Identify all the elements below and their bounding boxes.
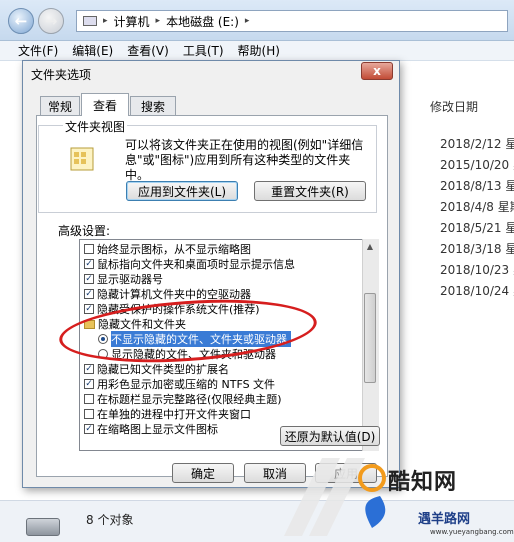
list-item[interactable]: 在标题栏显示完整路径(仅限经典主题)	[84, 392, 282, 406]
apply-to-folders-button[interactable]: 应用到文件夹(L)	[126, 181, 238, 201]
computer-icon	[83, 16, 97, 26]
list-item-date: 2015/10/20 星	[440, 158, 514, 172]
list-item-label: 隐藏文件和文件夹	[98, 318, 186, 331]
status-object-count: 8 个对象	[86, 513, 134, 527]
folder-icon	[84, 319, 95, 329]
tab-general[interactable]: 常规	[40, 96, 80, 115]
list-item-label: 隐藏计算机文件夹中的空驱动器	[97, 288, 251, 301]
chevron-right-icon: ▸	[244, 16, 250, 26]
breadcrumb-drive[interactable]: 本地磁盘 (E:)	[166, 13, 239, 30]
list-item-group: 隐藏文件和文件夹	[84, 317, 186, 331]
list-item-label: 显示隐藏的文件、文件夹和驱动器	[111, 348, 276, 361]
checkbox[interactable]: ✓	[84, 274, 94, 284]
advanced-settings-list[interactable]: 始终显示图标，从不显示缩略图 ✓ 鼠标指向文件夹和桌面项时显示提示信息 ✓ 显示驱动…	[79, 239, 379, 451]
menu-tools[interactable]: 工具(T)	[183, 42, 224, 59]
list-item[interactable]: 显示隐藏的文件、文件夹和驱动器	[98, 347, 276, 361]
list-item-date: 2018/3/18 星期	[440, 242, 514, 256]
watermark-brand-secondary: 遇羊路网	[418, 512, 471, 527]
advanced-settings-label: 高级设置:	[58, 224, 111, 238]
arrow-left-icon: ←	[14, 12, 28, 30]
checkbox[interactable]	[84, 394, 94, 404]
list-item[interactable]: 在单独的进程中打开文件夹窗口	[84, 407, 251, 421]
list-item-date: 2018/5/21 星期	[440, 221, 514, 235]
list-item-date: 2018/8/13 星期	[440, 179, 514, 193]
arrow-right-icon: →	[44, 12, 58, 30]
list-item-date: 2018/10/23 星	[440, 263, 514, 277]
checkbox[interactable]	[84, 409, 94, 419]
checkbox[interactable]: ✓	[84, 259, 94, 269]
menu-file[interactable]: 文件(F)	[18, 42, 58, 59]
list-item-label: 在缩略图上显示文件图标	[97, 423, 218, 436]
list-item[interactable]: ✓ 隐藏受保护的操作系统文件(推荐)	[84, 302, 260, 316]
list-item[interactable]: ✓ 显示驱动器号	[84, 272, 163, 286]
restore-defaults-button[interactable]: 还原为默认值(D)	[280, 426, 380, 446]
list-item-label: 鼠标指向文件夹和桌面项时显示提示信息	[97, 258, 295, 271]
forward-button[interactable]: →	[38, 8, 64, 34]
watermark-url: www.yueyangbang.com	[430, 528, 514, 536]
checkbox[interactable]	[84, 244, 94, 254]
watermark-brand: 酷知网	[388, 470, 458, 495]
list-item-label: 在单独的进程中打开文件夹窗口	[97, 408, 251, 421]
menu-help[interactable]: 帮助(H)	[238, 42, 280, 59]
radio-button[interactable]	[98, 349, 108, 359]
close-icon: x	[373, 64, 381, 78]
checkbox[interactable]: ✓	[84, 364, 94, 374]
list-item-label: 隐藏受保护的操作系统文件(推荐)	[97, 303, 260, 316]
list-item[interactable]: 不显示隐藏的文件、文件夹或驱动器	[98, 331, 291, 347]
apply-button[interactable]: 应用	[315, 463, 377, 483]
checkbox[interactable]: ✓	[84, 424, 94, 434]
list-item-label: 不显示隐藏的文件、文件夹或驱动器	[111, 331, 291, 347]
list-item[interactable]: 始终显示图标，从不显示缩略图	[84, 242, 251, 256]
cancel-button[interactable]: 取消	[244, 463, 306, 483]
folder-view-description: 可以将该文件夹正在使用的视图(例如"详细信息"或"图标")应用到所有这种类型的文…	[125, 138, 364, 182]
list-item-date: 2018/2/12 星期	[440, 137, 514, 151]
list-item-label: 显示驱动器号	[97, 273, 163, 286]
column-header-modified-date[interactable]: 修改日期	[430, 98, 478, 115]
chevron-right-icon: ▸	[155, 16, 161, 26]
menu-view[interactable]: 查看(V)	[127, 42, 169, 59]
close-button[interactable]: x	[361, 62, 393, 80]
dialog-title: 文件夹选项	[31, 68, 92, 82]
menu-edit[interactable]: 编辑(E)	[72, 42, 113, 59]
list-item[interactable]: ✓ 用彩色显示加密或压缩的 NTFS 文件	[84, 377, 275, 391]
back-button[interactable]: ←	[8, 8, 34, 34]
menu-bar: 文件(F) 编辑(E) 查看(V) 工具(T) 帮助(H)	[0, 41, 514, 61]
list-item-label: 始终显示图标，从不显示缩略图	[97, 243, 251, 256]
scroll-thumb[interactable]	[364, 293, 376, 383]
reset-folders-button[interactable]: 重置文件夹(R)	[254, 181, 366, 201]
list-item[interactable]: ✓ 隐藏已知文件类型的扩展名	[84, 362, 229, 376]
breadcrumb-computer[interactable]: 计算机	[114, 13, 150, 30]
checkbox[interactable]: ✓	[84, 289, 94, 299]
list-item-label: 在标题栏显示完整路径(仅限经典主题)	[97, 393, 282, 406]
list-item[interactable]: ✓ 在缩略图上显示文件图标	[84, 422, 218, 436]
list-item-label: 用彩色显示加密或压缩的 NTFS 文件	[97, 378, 276, 391]
checkbox[interactable]: ✓	[84, 379, 94, 389]
scroll-up-icon[interactable]: ▲	[364, 240, 376, 254]
list-item[interactable]: ✓ 鼠标指向文件夹和桌面项时显示提示信息	[84, 257, 295, 271]
list-item-date: 2018/10/24 星	[440, 284, 514, 298]
folder-options-dialog: 文件夹选项 x 常规 查看 搜索 文件夹视图 可以将该文件夹正在使用的视图(例如…	[22, 60, 400, 488]
chevron-right-icon: ▸	[103, 16, 108, 26]
folder-view-icon	[70, 147, 94, 171]
tab-view[interactable]: 查看	[81, 93, 129, 116]
address-bar[interactable]: ▸ 计算机 ▸ 本地磁盘 (E:) ▸	[76, 10, 508, 32]
drive-icon	[26, 518, 60, 536]
tab-search[interactable]: 搜索	[130, 96, 176, 115]
folder-view-legend: 文件夹视图	[63, 118, 128, 135]
list-item-label: 隐藏已知文件类型的扩展名	[97, 363, 229, 376]
checkbox[interactable]: ✓	[84, 304, 94, 314]
list-item-date: 2018/4/8 星期	[440, 200, 514, 214]
ok-button[interactable]: 确定	[172, 463, 234, 483]
radio-button[interactable]	[98, 334, 108, 344]
list-item[interactable]: ✓ 隐藏计算机文件夹中的空驱动器	[84, 287, 251, 301]
